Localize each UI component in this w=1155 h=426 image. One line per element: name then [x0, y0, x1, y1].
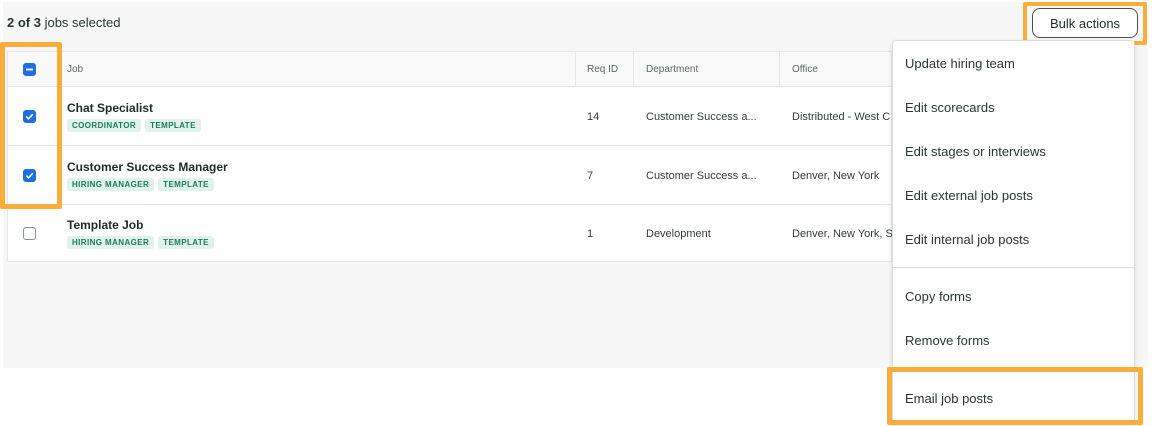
- menu-item-edit-scorecards[interactable]: Edit scorecards: [905, 100, 995, 115]
- menu-item-edit-external-job-posts[interactable]: Edit external job posts: [905, 188, 1033, 203]
- selection-count: 2 of 3 jobs selected: [7, 15, 120, 30]
- job-tags: HIRING MANAGER TEMPLATE: [67, 178, 214, 191]
- header-req-id[interactable]: Req ID: [587, 64, 618, 75]
- row-checkbox[interactable]: [23, 227, 36, 240]
- bulk-actions-menu: Update hiring team Edit scorecards Edit …: [892, 40, 1135, 423]
- table-row: Customer Success Manager HIRING MANAGER …: [8, 146, 891, 205]
- menu-item-copy-forms[interactable]: Copy forms: [905, 289, 971, 304]
- req-id: 7: [587, 170, 594, 182]
- email-job-posts-highlight: [887, 367, 1143, 425]
- column-divider: [779, 52, 780, 87]
- tag-badge: TEMPLATE: [158, 236, 214, 249]
- tag-badge: TEMPLATE: [158, 178, 214, 191]
- header-department[interactable]: Department: [646, 64, 698, 75]
- menu-item-update-hiring-team[interactable]: Update hiring team: [905, 56, 1015, 71]
- job-title-link[interactable]: Chat Specialist: [67, 101, 153, 115]
- jobs-table: Job Req ID Department Office Chat Specia…: [7, 51, 893, 262]
- column-divider: [633, 52, 634, 87]
- office: Distributed - West C: [792, 111, 891, 123]
- job-title-link[interactable]: Customer Success Manager: [67, 160, 228, 174]
- bulk-actions-button[interactable]: Bulk actions: [1032, 8, 1138, 38]
- table-row: Chat Specialist COORDINATOR TEMPLATE 14 …: [8, 87, 891, 146]
- department: Customer Success a...: [646, 111, 757, 123]
- tag-badge: HIRING MANAGER: [67, 236, 155, 249]
- req-id: 14: [587, 111, 600, 123]
- office: Denver, New York: [792, 170, 880, 182]
- office: Denver, New York, S: [792, 228, 893, 240]
- department: Customer Success a...: [646, 170, 757, 182]
- table-header: Job Req ID Department Office: [8, 52, 891, 87]
- tag-badge: HIRING MANAGER: [67, 178, 155, 191]
- selection-count-suffix: jobs selected: [40, 15, 121, 30]
- menu-item-remove-forms[interactable]: Remove forms: [905, 333, 990, 348]
- job-tags: HIRING MANAGER TEMPLATE: [67, 236, 214, 249]
- table-row: Template Job HIRING MANAGER TEMPLATE 1 D…: [8, 205, 893, 262]
- job-title-link[interactable]: Template Job: [67, 218, 143, 232]
- menu-item-edit-internal-job-posts[interactable]: Edit internal job posts: [905, 232, 1029, 247]
- column-divider: [575, 52, 576, 87]
- tag-badge: TEMPLATE: [145, 119, 201, 132]
- menu-divider: [893, 267, 1134, 268]
- tag-badge: COORDINATOR: [67, 119, 142, 132]
- job-tags: COORDINATOR TEMPLATE: [67, 119, 201, 132]
- req-id: 1: [587, 228, 594, 240]
- header-office[interactable]: Office: [792, 64, 818, 75]
- header-job[interactable]: Job: [67, 64, 83, 75]
- department: Development: [646, 228, 711, 240]
- checkbox-column-highlight: [0, 42, 62, 209]
- menu-item-edit-stages[interactable]: Edit stages or interviews: [905, 144, 1046, 159]
- selection-count-value: 2 of 3: [7, 15, 41, 30]
